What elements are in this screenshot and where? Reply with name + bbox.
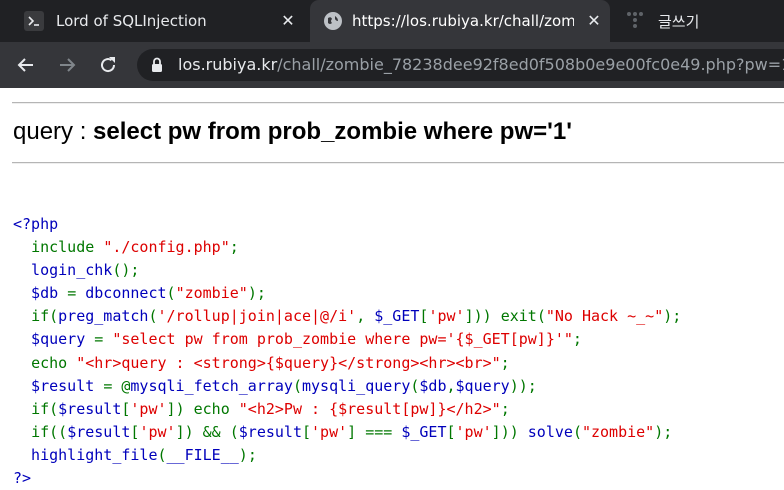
reload-button[interactable] (96, 53, 120, 77)
back-button[interactable] (14, 53, 38, 77)
url-host: los.rubiya.kr (178, 55, 278, 74)
code-line: highlight_file(__FILE__); (13, 445, 257, 464)
code-line: $query = "select pw from prob_zombie whe… (13, 330, 582, 349)
query-sql: select pw from prob_zombie where pw='1' (93, 118, 572, 145)
code-line: login_chk(); (13, 261, 140, 280)
query-line: query : select pw from prob_zombie where… (13, 118, 572, 146)
tab-lord-of-sqlinjection[interactable]: Lord of SQLInjection ✕ (0, 0, 310, 42)
top-divider (12, 102, 784, 104)
code-line: <?php (13, 215, 59, 233)
address-url[interactable]: los.rubiya.kr/chall/zombie_78238dee92f8e… (178, 49, 784, 81)
tab-strip: Lord of SQLInjection ✕ https://los.rubiy… (0, 0, 784, 42)
url-path: /chall/zombie_78238dee92f8ed0f508b0e9e00… (277, 55, 784, 74)
terminal-icon (24, 11, 44, 31)
php-source-code: <?php include "./config.php"; login_chk(… (13, 213, 681, 490)
code-line: if(($result['pw']) && ($result['pw'] ===… (31, 422, 673, 441)
code-line: if($result['pw']) echo "<h2>Pw : {$resul… (31, 399, 510, 418)
code-line: $result = @mysqli_fetch_array(mysqli_que… (13, 376, 537, 395)
lock-icon (151, 57, 163, 77)
tab-title: 글쓰기 (658, 12, 700, 31)
code-line: $db = dbconnect("zombie"); (13, 284, 266, 303)
back-arrow-icon (17, 58, 33, 72)
address-bar[interactable]: los.rubiya.kr/chall/zombie_78238dee92f8e… (137, 49, 784, 81)
code-line: if(preg_match('/rollup|join|ace|@/i', $_… (31, 307, 682, 326)
tab-zombie-challenge[interactable]: https://los.rubiya.kr/chall/zombie ✕ (310, 0, 610, 42)
tab-title: Lord of SQLInjection (56, 12, 207, 30)
dots-logo-icon (626, 10, 644, 32)
tab-title: https://los.rubiya.kr/chall/zombie (352, 12, 574, 30)
code-line: ?> (13, 469, 32, 488)
globe-icon (324, 12, 342, 30)
close-tab-icon[interactable]: ✕ (278, 11, 298, 31)
browser-toolbar: los.rubiya.kr/chall/zombie_78238dee92f8e… (0, 42, 784, 88)
forward-button[interactable] (55, 53, 79, 77)
code-line: echo "<hr>query : <strong>{$query}</stro… (31, 353, 510, 372)
close-tab-icon[interactable]: ✕ (584, 11, 604, 31)
reload-icon (101, 57, 116, 73)
query-label: query : (13, 118, 94, 145)
code-line: include "./config.php"; (31, 238, 239, 257)
forward-arrow-icon (60, 58, 76, 72)
bottom-divider (12, 162, 784, 164)
tab-write-post[interactable]: 글쓰기 (616, 0, 784, 42)
